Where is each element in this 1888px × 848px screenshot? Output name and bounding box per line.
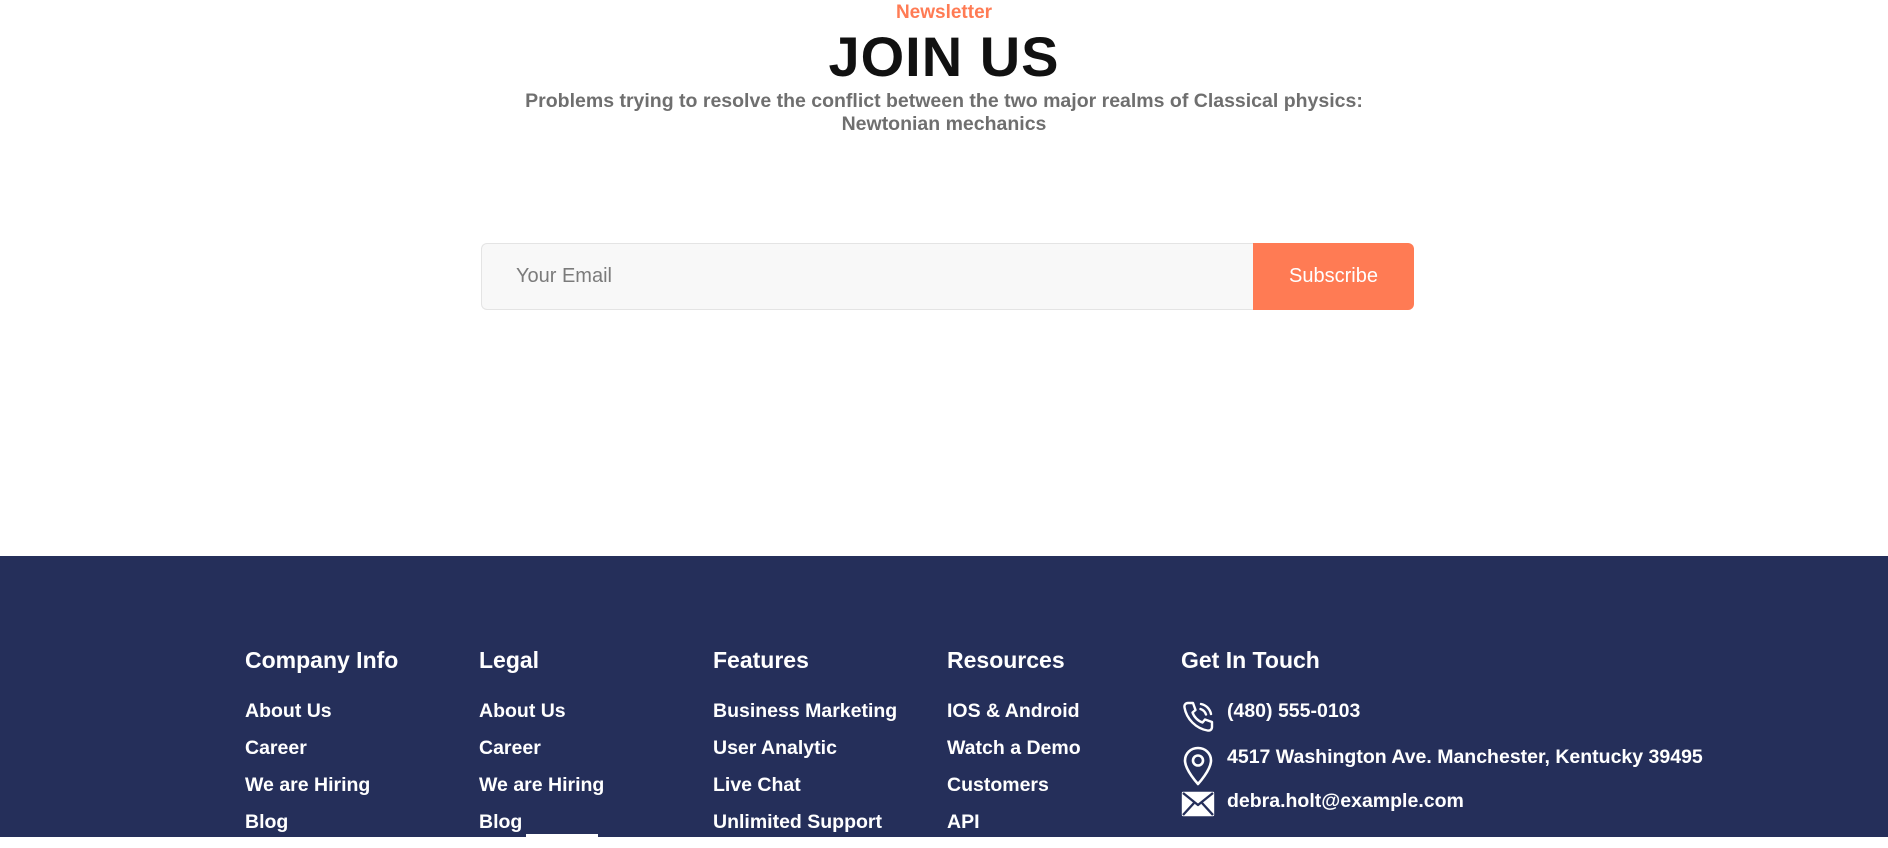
footer-link-business-marketing[interactable]: Business Marketing: [713, 700, 897, 722]
footer-link-item: Watch a Demo: [947, 737, 1081, 760]
footer-link-item: Blog: [479, 811, 604, 834]
footer-link-user-analytic[interactable]: User Analytic: [713, 737, 837, 759]
contact-email[interactable]: debra.holt@example.com: [1181, 790, 1703, 824]
footer-link-ios-android[interactable]: IOS & Android: [947, 700, 1080, 722]
footer-column-contact: Get In Touch (480) 555-0103 4517 Washing…: [1181, 646, 1703, 824]
footer-link-watch-demo[interactable]: Watch a Demo: [947, 737, 1081, 759]
footer-column-features: Features Business Marketing User Analyti…: [713, 646, 897, 848]
footer-column-legal: Legal About Us Career We are Hiring Blog: [479, 646, 604, 848]
mail-icon: [1181, 790, 1215, 824]
page-title: JOIN US: [828, 25, 1060, 88]
footer-link-item: Customers: [947, 774, 1081, 797]
contact-address-text: 4517 Washington Ave. Manchester, Kentuck…: [1227, 746, 1703, 768]
contact-email-text: debra.holt@example.com: [1227, 790, 1464, 812]
footer-link-hiring[interactable]: We are Hiring: [479, 774, 604, 796]
footer-link-item: Unlimited Support: [713, 811, 897, 834]
footer-link-live-chat[interactable]: Live Chat: [713, 774, 801, 796]
footer: Company Info About Us Career We are Hiri…: [0, 556, 1888, 837]
footer-heading-features: Features: [713, 647, 809, 673]
footer-heading-resources: Resources: [947, 647, 1065, 673]
footer-link-unlimited-support[interactable]: Unlimited Support: [713, 811, 882, 833]
footer-link-item: User Analytic: [713, 737, 897, 760]
footer-link-hiring[interactable]: We are Hiring: [245, 774, 370, 796]
footer-link-item: We are Hiring: [245, 774, 398, 797]
footer-link-about-us[interactable]: About Us: [479, 700, 566, 722]
footer-link-item: Blog: [245, 811, 398, 834]
footer-link-item: API: [947, 811, 1081, 834]
footer-link-customers[interactable]: Customers: [947, 774, 1049, 796]
footer-column-resources: Resources IOS & Android Watch a Demo Cus…: [947, 646, 1081, 848]
footer-links-legal: About Us Career We are Hiring Blog: [479, 700, 604, 834]
footer-link-career[interactable]: Career: [479, 737, 541, 759]
footer-heading-contact: Get In Touch: [1181, 647, 1320, 673]
email-field[interactable]: [481, 243, 1253, 310]
footer-column-company: Company Info About Us Career We are Hiri…: [245, 646, 398, 848]
footer-link-api[interactable]: API: [947, 811, 980, 833]
newsletter-section: Newsletter JOIN US Problems trying to re…: [0, 0, 1888, 556]
footer-link-about-us[interactable]: About Us: [245, 700, 332, 722]
footer-heading-legal: Legal: [479, 647, 540, 673]
newsletter-eyebrow: Newsletter: [895, 2, 993, 23]
footer-link-item: Career: [479, 737, 604, 760]
footer-link-item: About Us: [479, 700, 604, 723]
footer-link-item: Live Chat: [713, 774, 897, 797]
phone-icon: [1181, 700, 1215, 734]
contact-phone[interactable]: (480) 555-0103: [1181, 700, 1703, 734]
footer-link-blog[interactable]: Blog: [479, 811, 522, 833]
subscribe-form: Subscribe: [481, 243, 1414, 310]
footer-link-career[interactable]: Career: [245, 737, 307, 759]
footer-links-company: About Us Career We are Hiring Blog: [245, 700, 398, 834]
footer-link-item: Business Marketing: [713, 700, 897, 723]
footer-links-resources: IOS & Android Watch a Demo Customers API: [947, 700, 1081, 834]
newsletter-subtitle: Problems trying to resolve the conflict …: [525, 90, 1363, 135]
subscribe-button[interactable]: Subscribe: [1253, 243, 1414, 310]
location-pin-icon: [1181, 746, 1215, 786]
contact-phone-text: (480) 555-0103: [1227, 700, 1361, 722]
footer-link-item: About Us: [245, 700, 398, 723]
footer-link-blog[interactable]: Blog: [245, 811, 288, 833]
footer-heading-company: Company Info: [245, 647, 399, 673]
footer-link-item: We are Hiring: [479, 774, 604, 797]
footer-links-features: Business Marketing User Analytic Live Ch…: [713, 700, 897, 834]
footer-link-item: Career: [245, 737, 398, 760]
contact-address: 4517 Washington Ave. Manchester, Kentuck…: [1181, 746, 1703, 786]
footer-link-item: IOS & Android: [947, 700, 1081, 723]
